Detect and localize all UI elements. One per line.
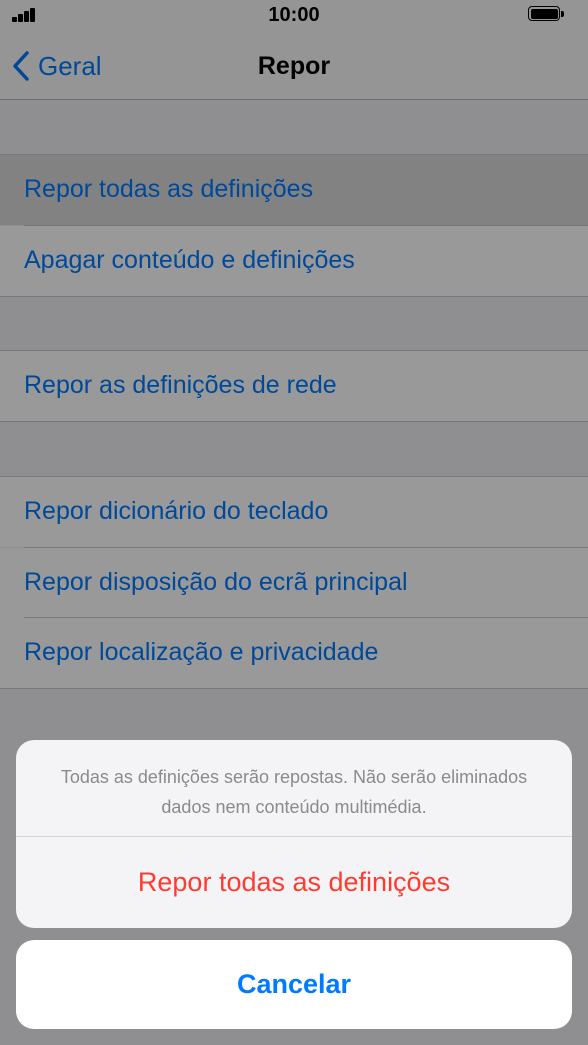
reset-all-settings-button[interactable]: Repor todas as definições: [16, 837, 572, 928]
cancel-button[interactable]: Cancelar: [16, 940, 572, 1029]
cancel-button-label: Cancelar: [236, 969, 352, 999]
action-sheet-message: Todas as definições serão repostas. Não …: [60, 767, 528, 817]
action-sheet: Todas as definições serão repostas. Não …: [16, 740, 572, 928]
